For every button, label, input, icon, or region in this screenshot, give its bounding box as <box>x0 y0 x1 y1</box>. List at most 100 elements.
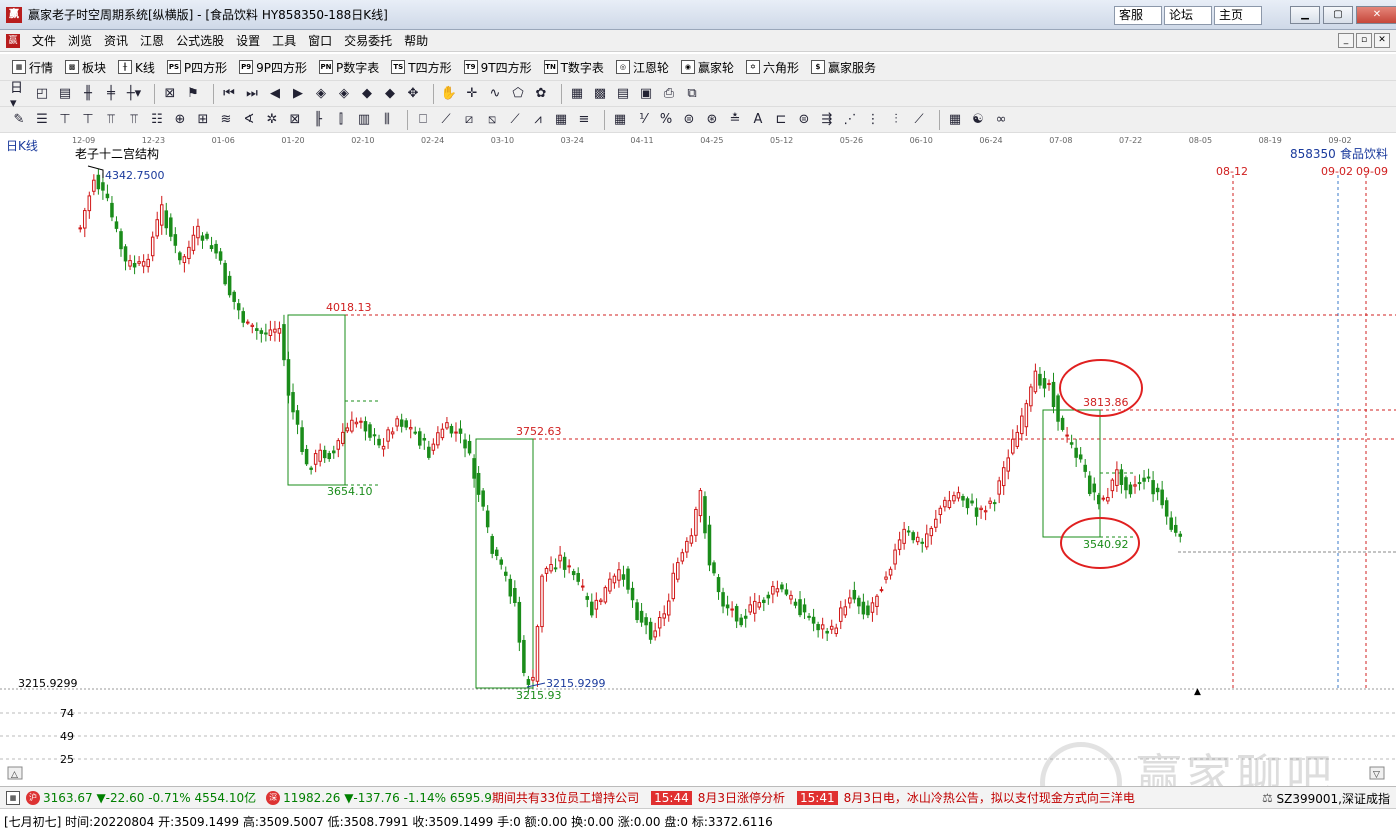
box-icon[interactable]: ⊠ <box>286 111 304 129</box>
menu-window[interactable]: 窗口 <box>302 32 338 49</box>
gann-fan-icon[interactable]: ⟋ <box>437 111 455 129</box>
shape-tool-icon[interactable]: ⬠ <box>509 85 527 103</box>
ohlc-icon[interactable]: ┼▾ <box>125 85 143 103</box>
toolbar-hexagon[interactable]: ✡ 六角形 <box>745 59 799 76</box>
kline-chart[interactable]: 12-09 12-23 01-06 01-20 02-10 02-24 03-10 03-24… <box>0 133 1396 781</box>
news-lead[interactable]: 期间共有33位员工增持公司 <box>492 789 639 806</box>
period-select-button[interactable]: 日▾ <box>10 81 28 111</box>
toolbar-p-square[interactable]: PS P四方形 <box>166 59 227 76</box>
square-grid-icon[interactable]: ▦ <box>552 111 570 129</box>
text-tool-icon[interactable]: A <box>749 111 767 129</box>
percent-icon[interactable]: % <box>657 111 675 129</box>
table-grid-icon[interactable]: ▦ <box>611 111 629 129</box>
fib-time-icon[interactable]: ⊏ <box>772 111 790 129</box>
speed-fan-icon[interactable]: ⟋ <box>910 111 928 129</box>
yin-yang-icon[interactable]: ☯ <box>969 111 987 129</box>
grid-icon[interactable]: ▩ <box>591 85 609 103</box>
toolbar-quotes[interactable]: ▦ 行情 <box>12 59 53 76</box>
last-icon[interactable]: ⏭ <box>243 85 261 103</box>
toolbar-9t-square[interactable]: T9 9T四方形 <box>463 59 532 76</box>
star-icon[interactable]: ✲ <box>263 111 281 129</box>
candles-icon[interactable]: ╪ <box>102 85 120 103</box>
gann-grid-icon[interactable]: ⧅ <box>483 111 501 129</box>
menu-gann[interactable]: 江恩 <box>134 32 170 49</box>
retrace-icon[interactable]: ⋮ <box>864 111 882 129</box>
band-icon[interactable]: ☷ <box>148 111 166 129</box>
line-tool-icon[interactable]: ∿ <box>486 85 504 103</box>
shrink-icon[interactable]: ◈ <box>312 85 330 103</box>
pen-icon[interactable]: ✎ <box>10 111 28 129</box>
ruler-icon[interactable]: ╟ <box>309 111 327 129</box>
infinity-icon[interactable]: ∞ <box>992 111 1010 129</box>
parallel-lines-icon[interactable]: ☰ <box>33 111 51 129</box>
menu-browse[interactable]: 浏览 <box>62 32 98 49</box>
matrix-icon[interactable]: ▥ <box>355 111 373 129</box>
expand-icon[interactable]: ◈ <box>335 85 353 103</box>
customer-service-link[interactable]: 客服 <box>1114 6 1162 25</box>
channel-icon[interactable]: ⫪ <box>125 111 143 129</box>
ratio-icon[interactable]: ≛ <box>726 111 744 129</box>
current-index-status[interactable]: ⚖ SZ399001,深证成指 <box>1253 787 1390 808</box>
menu-file[interactable]: 文件 <box>26 32 62 49</box>
forum-link[interactable]: 论坛 <box>1164 6 1212 25</box>
menu-tools[interactable]: 工具 <box>266 32 302 49</box>
fork-icon[interactable]: ⊤ <box>79 111 97 129</box>
crosshair-icon[interactable]: ✛ <box>463 85 481 103</box>
gann-box-icon[interactable]: ⧄ <box>460 111 478 129</box>
bracket-icon[interactable]: ⎕ <box>414 111 432 129</box>
gold-icon[interactable]: ⊜ <box>795 111 813 129</box>
arc-icon[interactable]: ⊞ <box>194 111 212 129</box>
angle-icon[interactable]: ∢ <box>240 111 258 129</box>
grid-icon[interactable]: ▦ <box>6 790 20 805</box>
toolbar-service[interactable]: $ 赢家服务 <box>810 59 876 76</box>
split-icon[interactable]: ⫿ <box>332 111 350 129</box>
toolbar-winner-wheel[interactable]: ◉ 赢家轮 <box>680 59 734 76</box>
toolbar-gann-wheel[interactable]: ◎ 江恩轮 <box>615 59 669 76</box>
toolbar-t-table[interactable]: TN T数字表 <box>543 59 604 76</box>
hand-icon[interactable]: ✋ <box>440 85 458 103</box>
mdi-close-button[interactable]: ✕ <box>1374 33 1390 48</box>
kline-chart-svg[interactable]: 12-09 12-23 01-06 01-20 02-10 02-24 03-10 03-24… <box>0 133 1396 781</box>
toolbar-t-square[interactable]: TS T四方形 <box>391 59 452 76</box>
news-text-2[interactable]: 8月3日电，冰山冷热公告，拟以支付现金方式向三洋电 <box>844 789 1135 806</box>
mdi-minimize-button[interactable]: _ <box>1338 33 1354 48</box>
comb-icon[interactable]: ⫼ <box>378 111 396 129</box>
coin-icon[interactable]: ⊜ <box>680 111 698 129</box>
close-button[interactable]: ✕ <box>1356 6 1396 24</box>
menu-trade[interactable]: 交易委托 <box>338 32 398 49</box>
calendar-icon[interactable]: ▦ <box>568 85 586 103</box>
move-icon[interactable]: ✥ <box>404 85 422 103</box>
wave-icon[interactable]: ≋ <box>217 111 235 129</box>
list-icon[interactable]: ▤ <box>614 85 632 103</box>
maximize-button[interactable]: ▢ <box>1323 6 1353 24</box>
first-icon[interactable]: ⏮ <box>220 85 238 103</box>
bars-icon[interactable]: ╫ <box>79 85 97 103</box>
export-icon[interactable]: ⧉ <box>683 85 701 103</box>
cycle-icon[interactable]: ⊕ <box>171 111 189 129</box>
money-icon[interactable]: ⊛ <box>703 111 721 129</box>
trend-icon[interactable]: ⫪ <box>102 111 120 129</box>
zigzag-icon[interactable]: ⩘ <box>529 111 547 129</box>
menu-help[interactable]: 帮助 <box>398 32 434 49</box>
news-text-1[interactable]: 8月3日涨停分析 <box>698 789 785 806</box>
layout-icon[interactable]: ▦ <box>946 111 964 129</box>
document-icon[interactable]: ▤ <box>56 85 74 103</box>
fan-icon[interactable]: ⊤ <box>56 111 74 129</box>
up-arrow-icon[interactable]: ◆ <box>358 85 376 103</box>
right-icon[interactable]: ▶ <box>289 85 307 103</box>
cycle-lines-icon[interactable]: ⫶ <box>887 111 905 129</box>
toolbar-kline[interactable]: ╫ K线 <box>118 59 155 76</box>
print-icon[interactable]: ⎙ <box>660 85 678 103</box>
left-icon[interactable]: ◀ <box>266 85 284 103</box>
down-arrow-icon[interactable]: ◆ <box>381 85 399 103</box>
fan-lines-icon[interactable]: ⋰ <box>841 111 859 129</box>
arrows-icon[interactable]: ⇶ <box>818 111 836 129</box>
percent-ratio-icon[interactable]: ⅟ <box>634 111 652 129</box>
menu-info[interactable]: 资讯 <box>98 32 134 49</box>
mdi-restore-button[interactable]: ▫ <box>1356 33 1372 48</box>
menu-settings[interactable]: 设置 <box>230 32 266 49</box>
chart-type-icon[interactable]: ◰ <box>33 85 51 103</box>
minimize-button[interactable]: ▁ <box>1290 6 1320 24</box>
speed-line-icon[interactable]: ⟋ <box>506 111 524 129</box>
toolbar-p-table[interactable]: PN P数字表 <box>319 59 379 76</box>
